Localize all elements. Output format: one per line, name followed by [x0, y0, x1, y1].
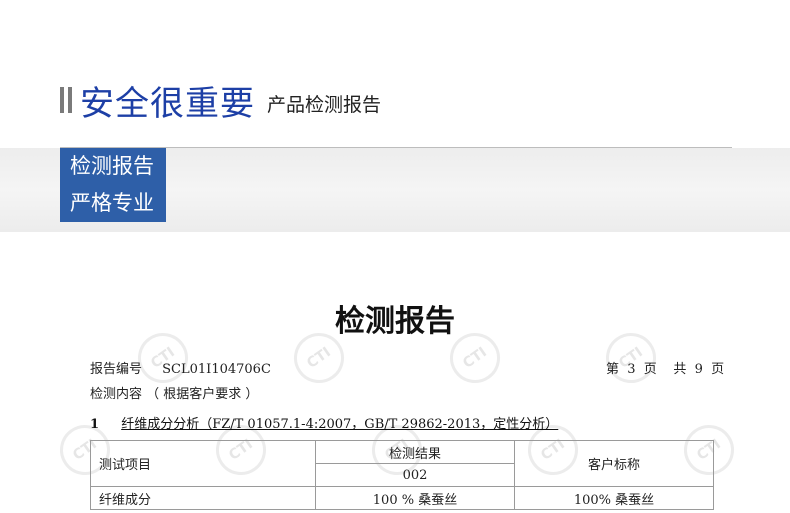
header-bars-icon — [60, 87, 72, 113]
content-label: 检测内容 （ 根据客户要求 ） — [90, 387, 259, 402]
col-result-header: 检测结果 — [315, 440, 515, 464]
section-number: 1 — [90, 417, 100, 432]
section-title: 纤维成分分析（FZ/T 01057.1-4:2007，GB/T 29862-20… — [121, 417, 559, 432]
section-heading: 1 纤维成分分析（FZ/T 01057.1-4:2007，GB/T 29862-… — [90, 413, 558, 432]
report-number-label: 报告编号 — [90, 362, 143, 377]
page-info: 第 3 页 共 9 页 — [606, 362, 725, 377]
col-item-header: 测试项目 — [90, 440, 316, 487]
sample-number: 002 — [315, 463, 515, 487]
row-result: 100 % 桑蚕丝 — [315, 486, 515, 510]
banner-box: 检测报告 严格专业 — [60, 148, 166, 222]
col-label-header: 客户标称 — [514, 440, 714, 487]
header-subtitle: 产品检测报告 — [267, 93, 382, 116]
page-header: 安全很重要 产品检测报告 — [60, 78, 382, 124]
report-number: 报告编号 SCL01I104706C — [90, 358, 271, 377]
results-table: 测试项目 检测结果 客户标称 002 纤维成分 100 % 桑蚕丝 100% 桑… — [90, 440, 714, 510]
row-item: 纤维成分 — [90, 486, 316, 510]
document-title: 检测报告 — [335, 304, 455, 339]
banner-line1: 检测报告 — [70, 154, 154, 178]
banner-line2: 严格专业 — [70, 191, 154, 215]
report-number-value: SCL01I104706C — [162, 362, 271, 377]
row-label: 100% 桑蚕丝 — [514, 486, 714, 510]
header-title: 安全很重要 — [80, 83, 255, 124]
